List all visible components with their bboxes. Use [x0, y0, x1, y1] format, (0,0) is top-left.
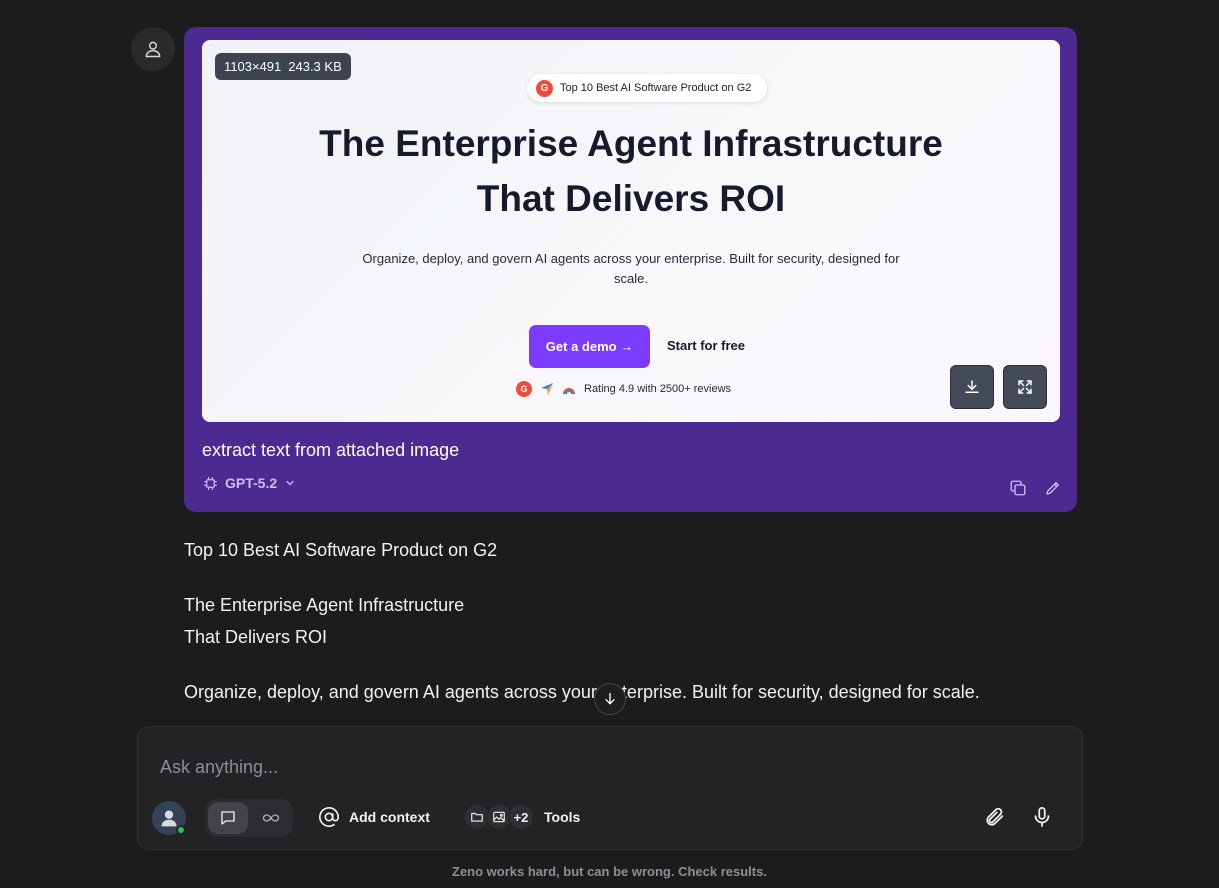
- tools-button[interactable]: +2 Tools: [464, 803, 580, 831]
- copy-icon: [1010, 480, 1026, 496]
- attach-file-button[interactable]: [981, 803, 1009, 831]
- rating-text: Rating 4.9 with 2500+ reviews: [584, 383, 732, 395]
- edit-icon: [1046, 482, 1059, 495]
- hero-title: The Enterprise Agent Infrastructure That…: [202, 116, 1060, 226]
- get-demo-button: Get a demo →: [529, 325, 650, 368]
- hero-title-line1: The Enterprise Agent Infrastructure: [319, 123, 943, 164]
- composer: Add context +2 Tools: [137, 726, 1083, 850]
- edit-message-button[interactable]: [1043, 478, 1063, 498]
- download-icon: [965, 380, 979, 393]
- expand-image-button[interactable]: [1003, 365, 1047, 409]
- model-selector[interactable]: GPT-5.2: [203, 474, 296, 492]
- add-context-label: Add context: [349, 809, 430, 825]
- chat-mode-icon: [221, 811, 235, 825]
- online-status-dot: [176, 825, 186, 835]
- g2-logo: G: [536, 79, 553, 97]
- paperclip-icon: [986, 807, 1004, 826]
- prompt-text: extract text from attached image: [202, 440, 460, 460]
- image-dimensions: 1103×491: [224, 59, 282, 74]
- image-meta-badge: 1103×491 243.3 KB: [215, 53, 351, 80]
- tools-count: +2: [508, 804, 534, 830]
- rating-row: G Rating 4.9 with 2500+ reviews: [516, 380, 731, 398]
- agent-mode-button[interactable]: [253, 802, 289, 834]
- model-name: GPT-5.2: [225, 475, 278, 491]
- start-free-button: Start for free: [667, 338, 746, 353]
- mode-toggle: [205, 799, 293, 837]
- user-icon: [145, 41, 161, 58]
- add-context-button[interactable]: Add context: [318, 805, 430, 829]
- g2-badge-text: Top 10 Best AI Software Product on G2: [560, 82, 752, 94]
- download-image-button[interactable]: [950, 365, 994, 409]
- hero-subtitle: Organize, deploy, and govern AI agents a…: [352, 249, 910, 289]
- capterra-icon: [541, 383, 553, 395]
- response-line: Top 10 Best AI Software Product on G2: [184, 540, 498, 560]
- infinity-icon: [262, 814, 280, 822]
- g2-badge: G Top 10 Best AI Software Product on G2: [527, 74, 768, 102]
- tools-label: Tools: [544, 809, 581, 825]
- at-icon: [319, 807, 339, 827]
- chat-mode-button[interactable]: [208, 802, 248, 834]
- user-avatar: [131, 27, 175, 71]
- attached-image[interactable]: 1103×491 243.3 KB G Top 10 Best AI Softw…: [202, 40, 1060, 422]
- folder-icon: [471, 812, 483, 822]
- scroll-to-bottom-button[interactable]: [594, 683, 626, 715]
- assistant-response: Top 10 Best AI Software Product on G2 Th…: [184, 534, 1044, 708]
- image-size: 243.3 KB: [288, 59, 342, 74]
- account-avatar[interactable]: [152, 801, 186, 835]
- expand-icon: [1018, 380, 1032, 394]
- hero-subtitle-line2: scale.: [614, 271, 648, 286]
- microphone-icon: [1034, 806, 1050, 828]
- avatar-icon: [161, 810, 177, 827]
- copy-message-button[interactable]: [1008, 478, 1028, 498]
- response-line: The Enterprise Agent Infrastructure: [184, 595, 465, 615]
- chip-icon: [204, 476, 217, 490]
- image-icon: [493, 811, 505, 823]
- chevron-down-icon: [286, 480, 294, 486]
- rainbow-icon: [563, 388, 575, 395]
- g2-logo-small: G: [516, 381, 532, 397]
- arrow-down-icon: [605, 693, 615, 705]
- disclaimer-text: Zeno works hard, but can be wrong. Check…: [452, 864, 767, 879]
- voice-input-button[interactable]: [1028, 803, 1056, 831]
- user-message-bubble: 1103×491 243.3 KB G Top 10 Best AI Softw…: [184, 27, 1077, 512]
- chat-input[interactable]: [160, 755, 1040, 779]
- hero-subtitle-line1: Organize, deploy, and govern AI agents a…: [362, 251, 900, 266]
- response-line: That Delivers ROI: [184, 627, 328, 647]
- hero-title-line2: That Delivers ROI: [476, 178, 786, 219]
